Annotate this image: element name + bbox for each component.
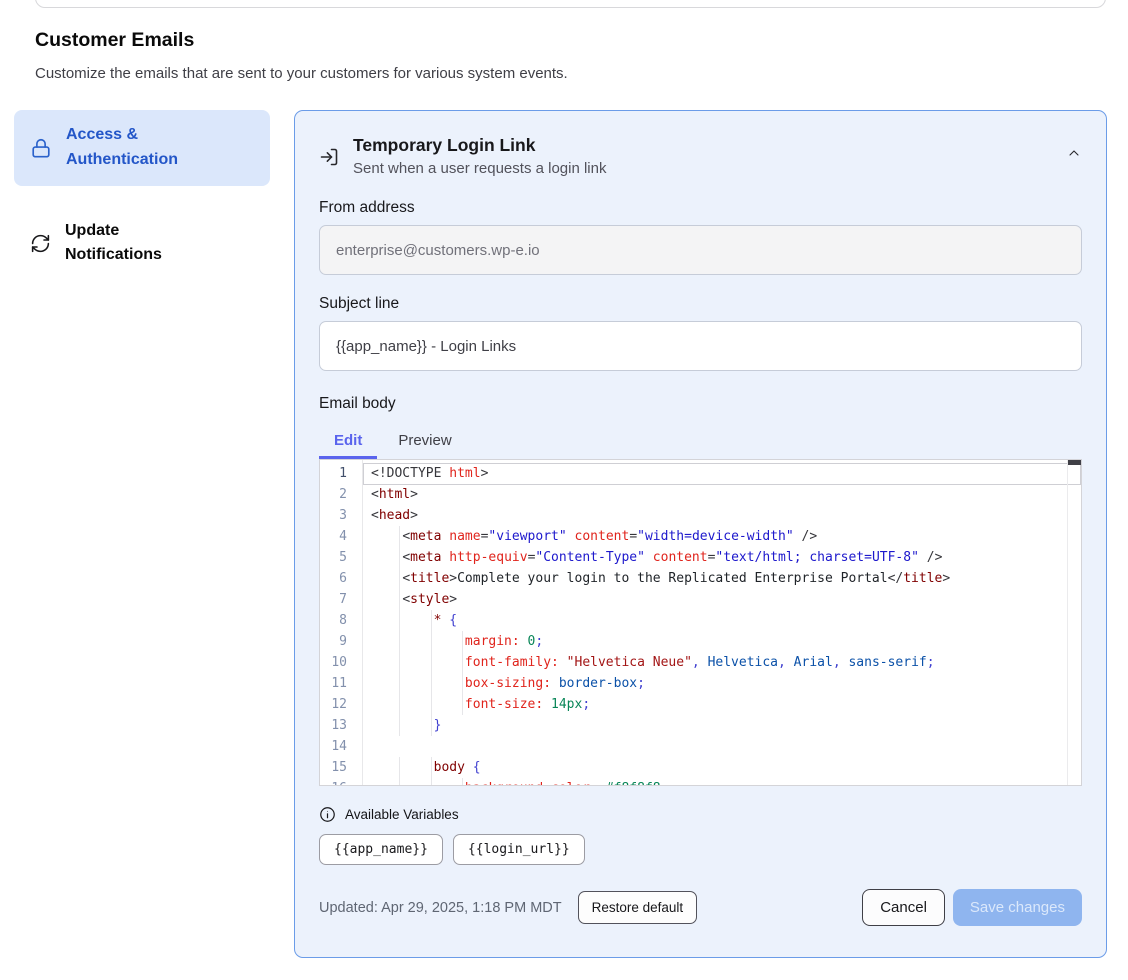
subject-line-label: Subject line [319, 295, 1082, 313]
code-line: 12 font-size: 14px; [320, 694, 1081, 715]
tab-preview[interactable]: Preview [383, 423, 466, 459]
previous-card-bottom-edge [35, 0, 1106, 8]
sidebar-item-label: Access & Authentication [66, 123, 206, 173]
save-changes-button[interactable]: Save changes [953, 889, 1082, 926]
card-title: Temporary Login Link [353, 135, 606, 156]
cancel-button[interactable]: Cancel [862, 889, 945, 926]
page-subtitle: Customize the emails that are sent to yo… [35, 65, 568, 82]
restore-default-button[interactable]: Restore default [578, 891, 698, 924]
card-footer: Updated: Apr 29, 2025, 1:18 PM MDT Resto… [319, 889, 1082, 926]
from-address-label: From address [319, 199, 1082, 217]
email-body-label: Email body [319, 395, 1082, 413]
updated-timestamp: Updated: Apr 29, 2025, 1:18 PM MDT [319, 900, 562, 916]
card-header: Temporary Login Link Sent when a user re… [319, 135, 1082, 177]
code-line: 3<head> [320, 505, 1081, 526]
scrollbar-track[interactable] [1067, 460, 1068, 785]
email-types-sidebar: Access & Authentication Update Notificat… [14, 110, 270, 281]
code-line: 7 <style> [320, 589, 1081, 610]
email-body-tabs: Edit Preview [319, 423, 1082, 459]
info-icon [319, 806, 336, 823]
chevron-up-icon[interactable] [1066, 145, 1082, 161]
code-line: 9 margin: 0; [320, 631, 1081, 652]
page-title: Customer Emails [35, 29, 194, 52]
code-line: 5 <meta http-equiv="Content-Type" conten… [320, 547, 1081, 568]
gutter-separator [362, 460, 363, 785]
code-line: 1<!DOCTYPE html> [320, 463, 1081, 484]
available-variables-row: Available Variables [319, 806, 1082, 823]
from-address-input[interactable] [319, 225, 1082, 275]
code-line: 15 body { [320, 757, 1081, 778]
code-line: 10 font-family: "Helvetica Neue", Helvet… [320, 652, 1081, 673]
scrollbar-thumb[interactable] [1068, 460, 1081, 465]
sync-icon [30, 233, 51, 254]
variable-chips: {{app_name}} {{login_url}} [319, 834, 1082, 865]
available-variables-label: Available Variables [345, 807, 459, 822]
code-line: 2<html> [320, 484, 1081, 505]
log-in-icon [319, 147, 339, 167]
code-line: 13 } [320, 715, 1081, 736]
customer-emails-page: Customer Emails Customize the emails tha… [0, 0, 1128, 980]
code-editor[interactable]: 1<!DOCTYPE html>2<html>3<head>4 <meta na… [319, 459, 1082, 786]
code-line: 6 <title>Complete your login to the Repl… [320, 568, 1081, 589]
code-line: 4 <meta name="viewport" content="width=d… [320, 526, 1081, 547]
code-lines: 1<!DOCTYPE html>2<html>3<head>4 <meta na… [320, 463, 1081, 786]
variable-chip-login-url[interactable]: {{login_url}} [453, 834, 585, 865]
code-line: 14 [320, 736, 1081, 757]
lock-icon [30, 137, 52, 159]
tab-edit[interactable]: Edit [319, 423, 377, 459]
code-line: 11 box-sizing: border-box; [320, 673, 1081, 694]
code-line: 16 background-color: #f8f8f8; [320, 778, 1081, 786]
card-subtitle: Sent when a user requests a login link [353, 160, 606, 177]
subject-line-input[interactable] [319, 321, 1082, 371]
sidebar-item-access-authentication[interactable]: Access & Authentication [14, 110, 270, 186]
temporary-login-link-card: Temporary Login Link Sent when a user re… [294, 110, 1107, 958]
code-line: 8 * { [320, 610, 1081, 631]
sidebar-item-update-notifications[interactable]: Update Notifications [14, 206, 270, 282]
sidebar-item-label: Update Notifications [65, 219, 205, 269]
variable-chip-app-name[interactable]: {{app_name}} [319, 834, 443, 865]
